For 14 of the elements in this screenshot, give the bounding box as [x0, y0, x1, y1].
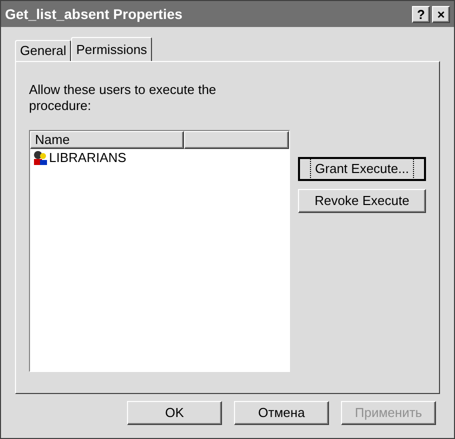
- dialog-button[interactable]: Grant Execute...: [298, 157, 426, 181]
- tab[interactable]: Permissions: [71, 37, 152, 61]
- help-button[interactable]: ?: [412, 6, 430, 22]
- dialog-button[interactable]: Отмена: [234, 401, 329, 425]
- prompt-text: Allow these users to execute the procedure:: [29, 82, 218, 114]
- close-button[interactable]: ×: [432, 6, 450, 22]
- list-item[interactable]: LIBRARIANS: [49, 148, 126, 168]
- column-header[interactable]: Name: [30, 131, 184, 149]
- dialog-button[interactable]: Revoke Execute: [298, 189, 426, 213]
- dialog-button[interactable]: OK: [127, 401, 222, 425]
- column-header[interactable]: [184, 131, 289, 149]
- user-group-icon: [32, 150, 48, 166]
- tab[interactable]: General: [15, 40, 72, 61]
- window-title: Get_list_absent Properties: [5, 4, 184, 24]
